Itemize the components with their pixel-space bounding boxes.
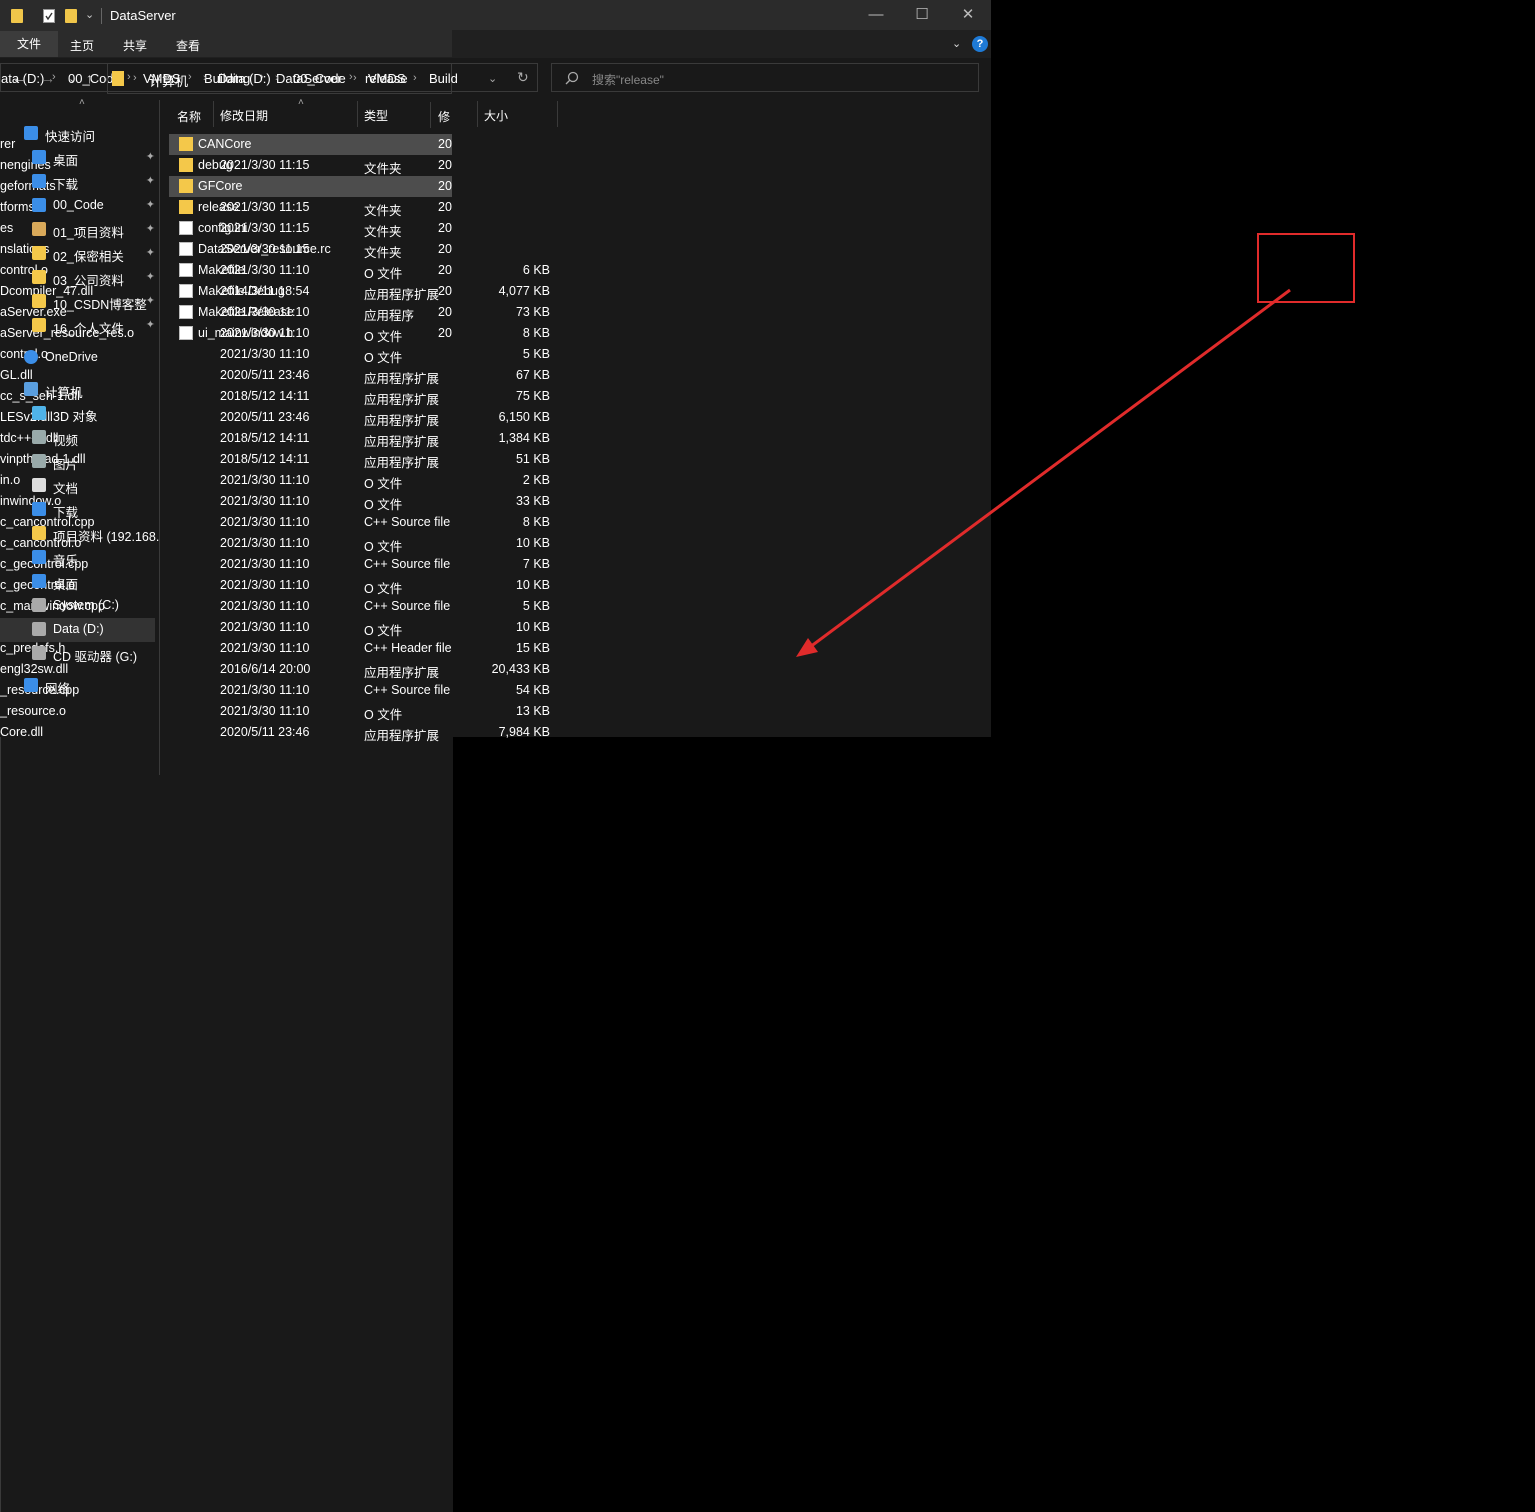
annotation-arrow: [796, 288, 1291, 657]
